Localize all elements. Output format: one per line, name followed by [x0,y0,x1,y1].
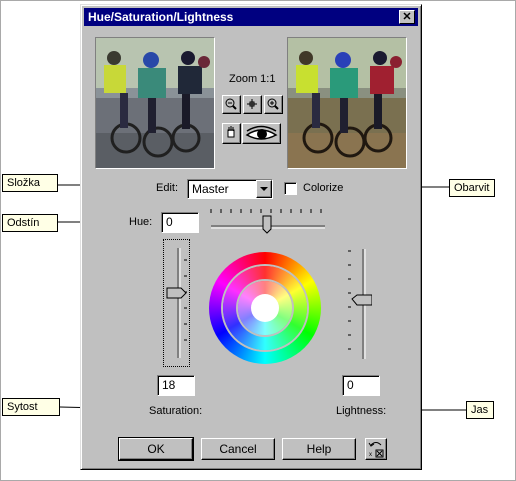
lightness-input[interactable]: 0 [342,375,380,396]
hsl-dialog: Hue/Saturation/Lightness ✕ Zoom 1:1 Edit… [80,4,422,470]
lightness-label: Lightness: [336,405,387,417]
help-button[interactable]: Help [282,438,356,460]
move-icon[interactable] [243,95,262,114]
hue-label: Hue: [129,216,153,228]
lightness-slider[interactable] [344,245,372,363]
zoom-out-icon[interactable] [222,95,241,114]
cancel-button[interactable]: Cancel [201,438,275,460]
edit-channel-select[interactable]: Master [187,179,273,199]
saturation-input[interactable]: 18 [157,375,195,396]
original-photo [96,38,214,168]
callout-slozka: Složka [2,174,58,192]
dialog-title: Hue/Saturation/Lightness [88,10,234,24]
original-preview[interactable] [95,37,215,169]
eye-preview-icon[interactable] [242,123,281,144]
callout-odstin: Odstín [2,214,58,232]
zoom-label: Zoom 1:1 [229,73,276,85]
result-photo [288,38,406,168]
hue-color-wheel[interactable] [209,252,321,364]
hue-input[interactable]: 0 [161,212,199,233]
title-bar: Hue/Saturation/Lightness ✕ [84,8,418,26]
colorize-label: Colorize [303,182,344,194]
callout-sytost: Sytost [2,398,60,416]
result-preview[interactable] [287,37,407,169]
callout-jas: Jas [466,401,494,419]
colorize-checkbox[interactable] [284,182,297,195]
pan-hand-icon[interactable] [222,123,241,144]
saturation-slider[interactable] [163,239,190,367]
hue-slider[interactable] [209,205,329,235]
zoom-in-icon[interactable] [264,95,283,114]
ok-button[interactable]: OK [118,437,194,461]
edit-channel-value: Master [192,182,229,196]
dropdown-arrow-icon[interactable] [256,180,272,198]
reset-icon[interactable]: x [365,438,387,460]
close-icon[interactable]: ✕ [399,10,415,24]
saturation-label: Saturation: [149,405,203,417]
callout-obarvit: Obarvit [449,179,495,197]
svg-text:x: x [369,452,372,458]
edit-label: Edit: [156,182,179,194]
